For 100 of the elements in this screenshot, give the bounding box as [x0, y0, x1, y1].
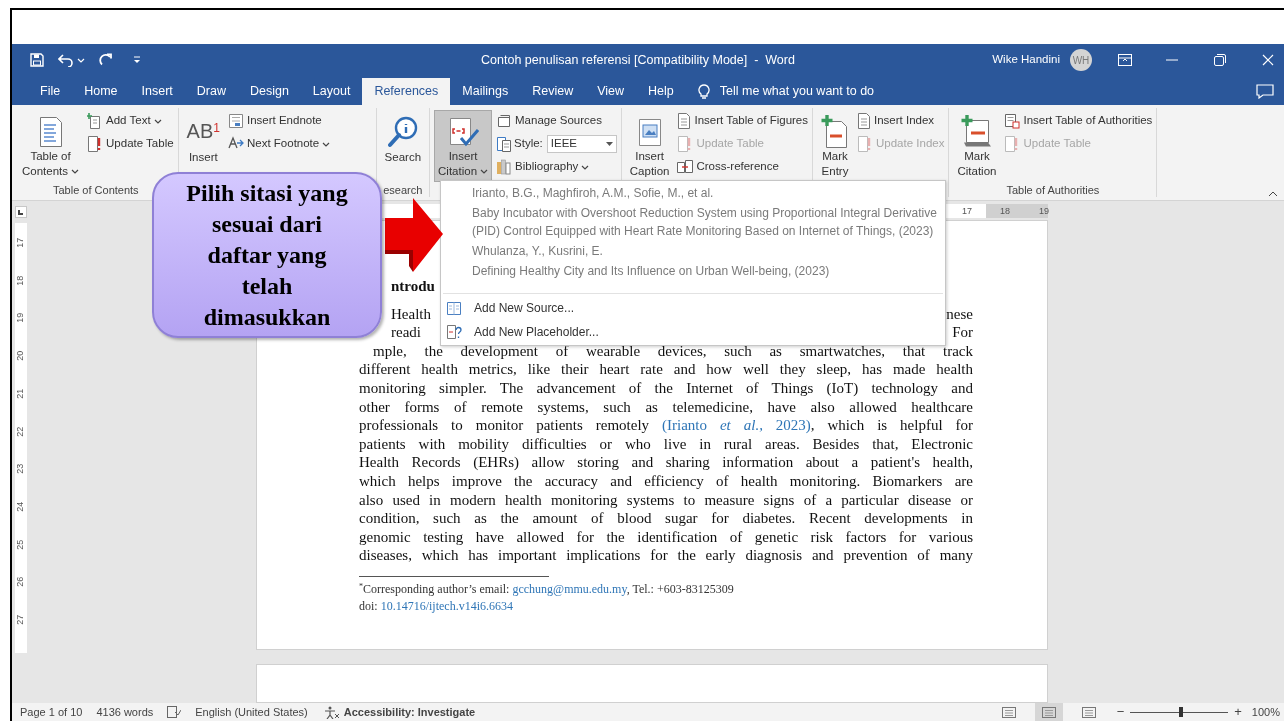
email-link[interactable]: gcchung@mmu.edu.my — [512, 582, 627, 596]
redo-icon[interactable] — [99, 53, 113, 67]
paragraph-line: also used in modern health monitoring systems to measure signs of a particular disease or — [359, 490, 973, 510]
ribbon-small-button[interactable]: Cross-reference — [677, 157, 808, 177]
customize-toolbar-icon[interactable] — [133, 56, 141, 64]
language-status[interactable]: English (United States) — [195, 703, 308, 721]
tab-selector-icon[interactable] — [15, 206, 27, 218]
paragraph-line: different health metrics, like their heart rate and how well they sleep, has made health — [359, 360, 973, 380]
paragraph-line: Health Records (EHRs) allow storing and sharing information about a patient's health, — [359, 453, 973, 473]
citation-option[interactable]: Irianto, B.G., Maghfiroh, A.M., Sofie, M., et al. Baby Incubator with Overshoot Reduction System using Proportional Integral Derivative (PID) Control Equipped with Heart Rate Monitoring Based on Internet of Things, (2023) — [441, 183, 945, 241]
ribbon-tab[interactable]: Draw — [184, 78, 238, 105]
ribbon-tab[interactable]: Help — [636, 78, 686, 105]
ribbon-tab[interactable]: Design — [237, 78, 301, 105]
insert-index-icon — [857, 113, 871, 129]
chevron-down-icon — [77, 57, 85, 63]
footnote-glyph: AB$^{1}$ — [186, 119, 220, 144]
ribbon-tab[interactable]: Layout — [300, 78, 363, 105]
paragraph-line: patients with mobility difficulties or who live in rural areas. Besides that, Electronic — [359, 434, 973, 454]
ruler-number: 19 — [1039, 205, 1049, 218]
update-table-icon — [857, 136, 873, 152]
undo-button[interactable] — [58, 53, 85, 67]
zoom-slider-thumb[interactable] — [1179, 707, 1184, 717]
table-of-authorities-icon — [1004, 113, 1021, 129]
footnote-text: $^{*}$Corresponding author’s email: gcchung@mmu.edu.my, Tel.: +603-83125309 — [359, 581, 735, 598]
mark-citation-icon — [959, 114, 994, 149]
accessibility-icon — [323, 705, 340, 719]
ribbon-small-button[interactable]: Manage Sources — [496, 111, 617, 131]
ribbon-large-button[interactable]: Mark Citation — [953, 110, 1001, 182]
ribbon-tab[interactable]: Home — [72, 78, 130, 105]
ruler-number: 17 — [962, 205, 972, 218]
callout-tooltip: Pilih sitasi yang sesuai dari daftar yang telah dimasukkan — [152, 172, 382, 338]
ruler-number: 17 — [14, 237, 27, 248]
paragraph-text: readi — [391, 323, 421, 342]
mark-entry-icon — [821, 114, 849, 149]
tell-me-search[interactable]: Tell me what you want to do — [697, 78, 875, 105]
zoom-slider[interactable] — [1130, 706, 1229, 718]
ribbon-small-button[interactable]: Insert Endnote — [227, 111, 331, 131]
page-count[interactable]: Page 1 of 10 — [20, 703, 83, 721]
ribbon-small-button[interactable]: Bibliography — [496, 157, 617, 177]
ribbon-large-button[interactable]: Table of Contents — [18, 110, 84, 182]
ribbon-tab[interactable]: Mailings — [450, 78, 521, 105]
add-placeholder-icon — [446, 324, 462, 340]
style-dropdown[interactable]: IEEE — [546, 135, 617, 153]
menu-item[interactable]: Add New Placeholder... — [441, 320, 945, 344]
add-source-icon — [446, 300, 462, 316]
doi-link[interactable]: 10.14716/ijtech.v14i6.6634 — [380, 599, 513, 613]
ribbon-small-button[interactable]: Insert Index — [857, 111, 945, 131]
paragraph-line: monitoring simpler. The advancement of the Internet of Things (IoT) technology and — [359, 379, 973, 398]
cross-reference-icon — [677, 159, 694, 175]
insert-citation-icon — [447, 115, 480, 148]
manage-sources-icon — [496, 113, 513, 129]
zoom-level[interactable]: 100% — [1251, 703, 1280, 721]
zoom-out-button[interactable]: − — [1116, 702, 1125, 721]
ribbon-small-button[interactable]: Insert Table of Authorities — [1004, 111, 1153, 131]
ribbon-small-button[interactable]: Add Text — [87, 111, 174, 131]
restore-icon[interactable] — [1214, 54, 1226, 66]
word-count[interactable]: 4136 words — [96, 703, 154, 721]
ribbon-large-button[interactable]: Mark Entry — [817, 110, 853, 182]
doi-text: doi: 10.14716/ijtech.v14i6.6634 — [359, 598, 514, 615]
search-icon — [387, 116, 418, 148]
paragraph-line: other forms of remote systems, such as telemedicine, have also allowed healthcare — [359, 397, 973, 417]
save-icon[interactable] — [30, 53, 44, 67]
close-icon[interactable] — [1262, 54, 1274, 66]
ribbon-tab[interactable]: Review — [520, 78, 586, 105]
style-icon — [496, 136, 513, 152]
paragraph-line: which helps improve the accuracy and efficiency of health monitoring. Biomarkers are — [359, 472, 973, 491]
zoom-in-button[interactable]: + — [1234, 702, 1242, 721]
ribbon-tab[interactable]: View — [585, 78, 637, 105]
bibliography-icon — [496, 159, 513, 175]
paragraph-line: mple, the development of wearable devices, such as smartwatches, that track — [372, 341, 973, 361]
ribbon-tab[interactable]: File — [28, 78, 73, 105]
ruler-number: 21 — [14, 388, 27, 399]
collapse-ribbon-icon[interactable] — [1268, 191, 1278, 197]
ribbon-display-options-icon[interactable] — [1118, 54, 1132, 66]
paragraph-text: nese — [946, 304, 973, 324]
ruler-number: 22 — [14, 426, 27, 437]
endnote-icon — [227, 113, 244, 129]
citation-option[interactable]: Whulanza, Y., Kusrini, E. Defining Healthy City and Its Influence on Urban Well-being, (2023) — [441, 241, 945, 281]
print-layout-icon[interactable] — [1034, 703, 1063, 721]
ruler-number: 18 — [14, 275, 27, 286]
paragraph-text: Health — [391, 304, 431, 324]
ribbon-tab[interactable]: References — [362, 78, 451, 105]
menu-item[interactable]: Add New Source... — [441, 296, 945, 320]
window-title: Contoh penulisan referensi [Compatibility Mode] - Word — [481, 51, 796, 69]
proofing-icon — [167, 706, 182, 718]
group-label: Table of Authorities — [1006, 184, 1100, 196]
ribbon-small-button[interactable]: Next Footnote — [227, 134, 331, 154]
paragraph-line: condition, such as the amount of blood sugar for diabetes. Recent developments in — [359, 509, 973, 528]
group-label: Table of Contents — [53, 184, 139, 196]
citation-link[interactable]: (Irianto et al., 2023) — [662, 417, 811, 434]
accessibility-status[interactable]: Accessibility: Investigate — [343, 703, 476, 721]
ribbon-large-button[interactable]: Search — [380, 110, 426, 182]
ribbon-small-button[interactable]: Update Table — [87, 134, 174, 154]
ruler-number: 27 — [14, 614, 27, 625]
paragraph-text: For — [952, 323, 973, 342]
ruler-number: 18 — [1000, 205, 1010, 218]
ribbon-tab[interactable]: Insert — [129, 78, 185, 105]
ribbon-small-button[interactable]: Insert Table of Figures — [677, 111, 808, 131]
ribbon-large-button[interactable]: Insert Citation — [434, 110, 493, 182]
dropdown-arrow-icon — [605, 142, 613, 146]
